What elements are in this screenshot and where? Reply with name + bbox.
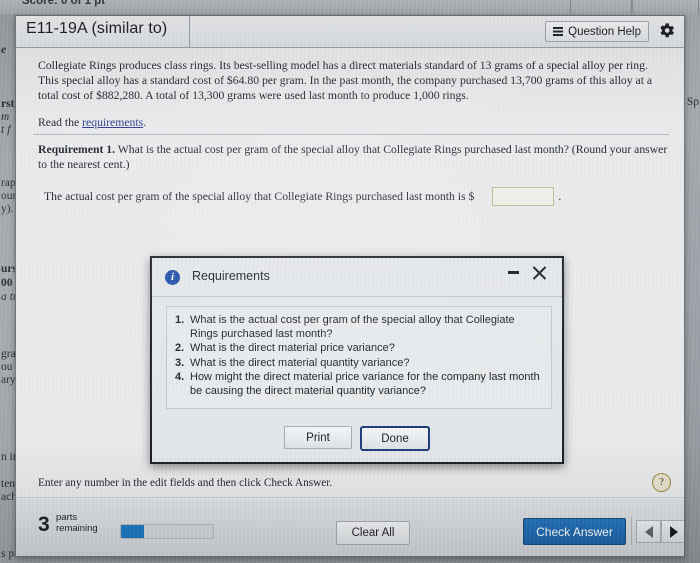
read-suffix: . (143, 116, 147, 129)
panel-header: E11-19A (similar to) Question Help (16, 16, 684, 48)
info-icon: i (165, 270, 180, 285)
requirement-1-label: Requirement 1. (38, 143, 116, 156)
question-help-label: Question Help (568, 25, 641, 38)
print-button[interactable]: Print (284, 426, 352, 449)
help-icon[interactable]: ? (652, 473, 671, 492)
progress-bar (120, 524, 214, 539)
score-text: Score: 0 of 1 pt (22, 0, 106, 7)
requirement-list-item: 3. What is the direct material quantity v… (175, 357, 543, 371)
triangle-right-icon (669, 525, 678, 538)
background-text-fragment: y). (1, 203, 14, 215)
background-text-fragment: m (1, 111, 10, 123)
parts-remaining-line1: parts (56, 512, 78, 523)
answer-prompt-row: The actual cost per gram of the special … (44, 187, 561, 206)
answer-input[interactable] (492, 187, 555, 206)
requirement-item-text: What is the direct material price varian… (190, 342, 395, 354)
prev-button[interactable] (636, 520, 661, 543)
background-text-fragment: e (1, 44, 7, 56)
divider-line (33, 134, 669, 135)
answer-period: . (558, 190, 562, 203)
requirement-item-number: 3. (175, 356, 185, 369)
triangle-left-icon (644, 525, 653, 538)
footer-bar: 3 parts remaining Clear All Check Answer (16, 499, 684, 556)
requirements-list: 1. What is the actual cost per gram of th… (166, 306, 552, 409)
parts-remaining-label: parts remaining (56, 512, 98, 534)
clear-all-button[interactable]: Clear All (336, 521, 410, 545)
question-help-button[interactable]: Question Help (545, 21, 649, 42)
problem-statement: Collegiate Rings produces class rings. I… (38, 59, 653, 102)
page-title: E11-19A (similar to) (26, 20, 168, 37)
score-strip: Score: 0 of 1 pt (0, 0, 700, 14)
requirement-list-item: 2. What is the direct material price vari… (175, 342, 543, 356)
parts-remaining-count: 3 (38, 513, 50, 536)
requirement-list-item: 4. How might the direct material price va… (175, 371, 543, 398)
question-panel: E11-19A (similar to) Question Help Colle… (15, 15, 685, 557)
nav-divider (631, 516, 632, 545)
requirements-dialog: i Requirements 1. What is the actual cost… (150, 256, 564, 464)
done-button[interactable]: Done (360, 426, 430, 451)
requirement-1-text: Requirement 1. What is the actual cost p… (38, 142, 668, 172)
requirement-item-number: 2. (175, 342, 185, 354)
requirement-item-number: 4. (175, 371, 185, 383)
requirement-1-body: What is the actual cost per gram of the … (38, 143, 668, 171)
background-text-fragment: t f (1, 124, 11, 136)
gear-icon[interactable] (657, 21, 676, 40)
score-strip-box-2 (632, 0, 699, 14)
dialog-button-row: Print Done (152, 426, 562, 451)
minimize-icon[interactable] (508, 271, 519, 274)
progress-bar-fill (121, 525, 144, 538)
requirement-item-text: What is the direct material quantity var… (190, 356, 410, 369)
requirements-link[interactable]: requirements (82, 116, 143, 129)
read-prefix: Read the (38, 116, 83, 129)
requirement-list-item: 1. What is the actual cost per gram of th… (175, 314, 543, 341)
hint-row: Enter any number in the edit fields and … (16, 471, 684, 498)
screen-photo-background: rst m t f rap our y). urst 00 va tr grap ou fo ary… (0, 0, 700, 563)
parts-remaining-line2: remaining (56, 522, 98, 534)
requirement-item-number: 1. (175, 314, 185, 326)
answer-prompt-label: The actual cost per gram of the special … (44, 190, 475, 203)
list-lines-icon (553, 27, 564, 36)
requirement-item-text: What is the actual cost per gram of the … (190, 314, 515, 340)
check-answer-button[interactable]: Check Answer (523, 518, 626, 545)
background-text-fragment: rap (1, 177, 16, 189)
background-text-fragment: rst (1, 98, 15, 110)
dialog-title: Requirements (192, 269, 270, 283)
score-strip-box-1 (570, 0, 632, 14)
dialog-header: i Requirements (152, 258, 562, 297)
requirement-item-text: How might the direct material price vari… (190, 371, 540, 397)
close-icon[interactable] (531, 264, 548, 281)
next-button[interactable] (661, 520, 684, 543)
background-page-right-fragment: Sp (686, 96, 699, 108)
read-requirements-line: Read the requirements. (38, 116, 146, 129)
hint-text: Enter any number in the edit fields and … (38, 477, 333, 489)
header-divider (189, 16, 190, 47)
